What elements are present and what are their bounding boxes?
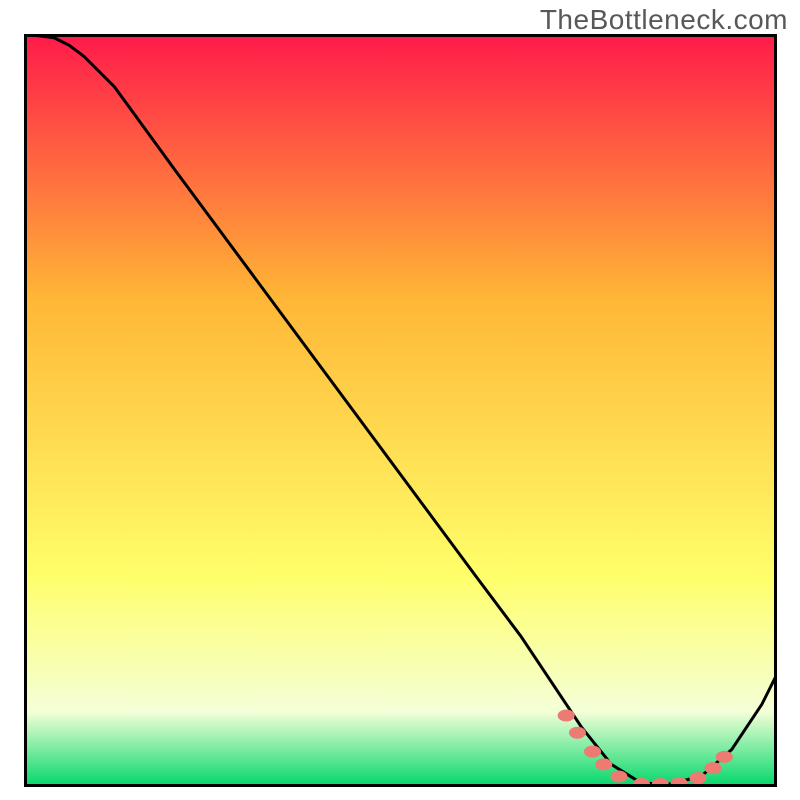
curve-marker bbox=[558, 709, 575, 721]
curve-marker bbox=[595, 758, 612, 770]
gradient-background bbox=[24, 34, 777, 787]
curve-marker bbox=[705, 762, 722, 774]
curve-marker bbox=[569, 727, 586, 739]
chart-frame: TheBottleneck.com bbox=[0, 0, 800, 800]
watermark-text: TheBottleneck.com bbox=[540, 4, 788, 36]
curve-marker bbox=[689, 772, 706, 784]
curve-marker bbox=[584, 746, 601, 758]
chart-svg bbox=[24, 34, 777, 787]
curve-marker bbox=[610, 770, 627, 782]
curve-marker bbox=[716, 751, 733, 763]
bottleneck-chart bbox=[24, 34, 777, 787]
